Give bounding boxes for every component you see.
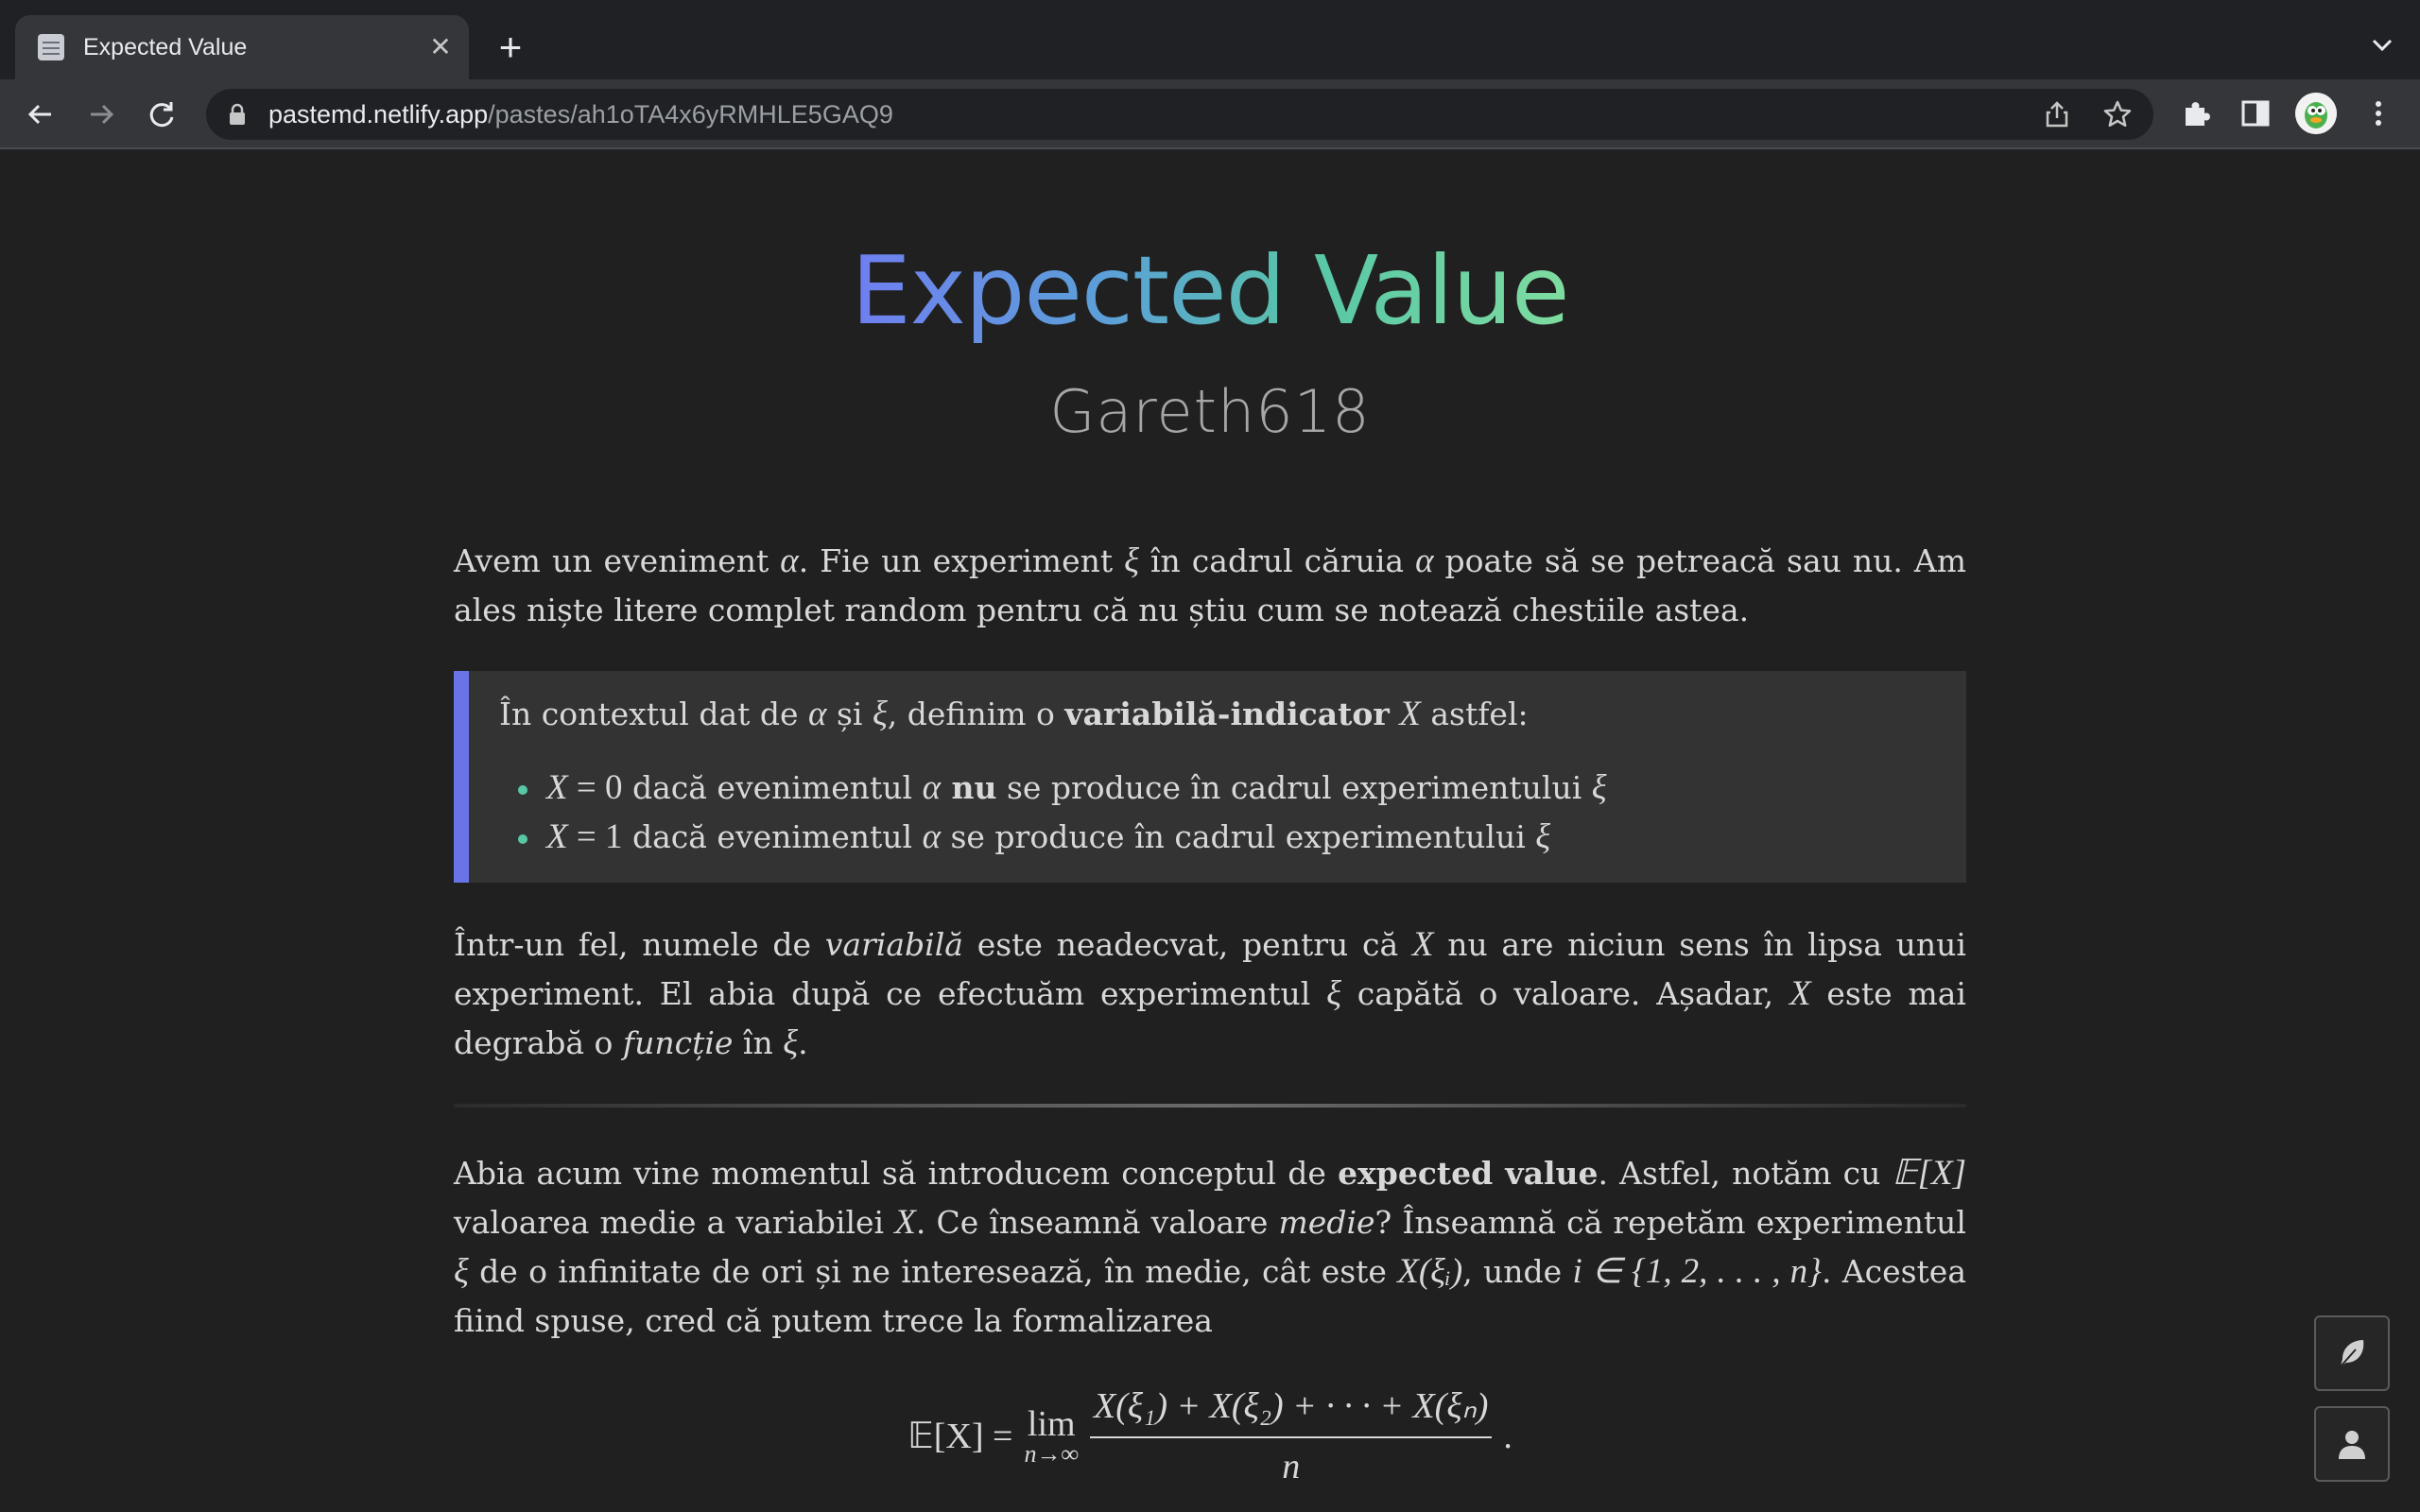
lock-icon[interactable] <box>227 103 248 126</box>
star-icon[interactable] <box>2100 97 2135 131</box>
paragraph-variable: Într-un fel, numele de variabilă este ne… <box>454 925 1966 1062</box>
formula-fraction: X(ξ₁) + X(ξ₂) + · · · + X(ξₙ) n <box>1090 1382 1493 1491</box>
article-body: Avem un eveniment α. Fie un experiment ξ… <box>454 537 1966 1491</box>
share-icon[interactable] <box>2040 97 2074 131</box>
address-bar[interactable]: pastemd.netlify.app/pastes/ah1oTA4x6yRMH… <box>206 89 2153 140</box>
paragraph-expected-value: Abia acum vine momentul să introducem co… <box>454 1154 1966 1339</box>
plus-icon[interactable]: + <box>488 25 533 70</box>
profile-button[interactable] <box>2314 1406 2390 1482</box>
feather-icon <box>2340 1340 2364 1367</box>
paragraph-intro: Avem un eveniment α. Fie un experiment ξ… <box>454 541 1967 628</box>
forward-arrow-icon[interactable] <box>79 93 123 136</box>
definition-callout: În contextul dat de α și ξ, definim o va… <box>454 671 1966 883</box>
url-text: pastemd.netlify.app/pastes/ah1oTA4x6yRMH… <box>268 100 893 129</box>
formula-lhs: 𝔼[X] = <box>908 1417 1013 1456</box>
expected-value-formula: 𝔼[X] = lim n→∞ X(ξ₁) + X(ξ₂) + · · · + X… <box>454 1382 1966 1491</box>
formula-numerator: X(ξ₁) + X(ξ₂) + · · · + X(ξₙ) <box>1090 1382 1493 1438</box>
page-viewport: Expected Value Gareth618 Avem un evenime… <box>0 151 2420 1512</box>
reload-icon[interactable] <box>140 93 183 136</box>
tab-expected-value[interactable]: Expected Value ✕ <box>15 15 469 79</box>
formula-denominator: n <box>1282 1447 1301 1486</box>
edit-button[interactable] <box>2314 1315 2390 1391</box>
formula-limit: lim n→∞ <box>1024 1404 1080 1468</box>
list-item: X = 0 dacă evenimentul α nu se produce î… <box>518 764 1936 813</box>
list-item: X = 1 dacă evenimentul α se produce în c… <box>518 813 1936 862</box>
user-icon <box>2339 1431 2365 1459</box>
callout-list: X = 0 dacă evenimentul α nu se produce î… <box>499 764 1936 862</box>
extensions-icon[interactable] <box>2178 94 2216 132</box>
chevron-down-icon[interactable] <box>2363 26 2401 64</box>
horizontal-divider <box>454 1104 1966 1108</box>
browser-toolbar: pastemd.netlify.app/pastes/ah1oTA4x6yRMH… <box>0 79 2420 149</box>
url-host: pastemd.netlify.app <box>268 100 489 129</box>
url-path: /pastes/ah1oTA4x6yRMHLE5GAQ9 <box>488 100 893 129</box>
tab-title: Expected Value <box>83 34 248 60</box>
tab-strip: Expected Value ✕ + <box>0 0 2420 79</box>
callout-text: În contextul dat de α și ξ, definim o va… <box>499 695 1529 733</box>
document-title: Expected Value <box>851 235 1570 346</box>
back-arrow-icon[interactable] <box>19 93 62 136</box>
side-panel-icon[interactable] <box>2237 94 2274 132</box>
close-icon[interactable]: ✕ <box>425 32 456 62</box>
document-icon <box>38 34 64 60</box>
document-author: Gareth618 <box>1049 377 1371 446</box>
profile-avatar[interactable] <box>2295 93 2337 134</box>
more-vertical-icon[interactable] <box>2360 94 2397 132</box>
